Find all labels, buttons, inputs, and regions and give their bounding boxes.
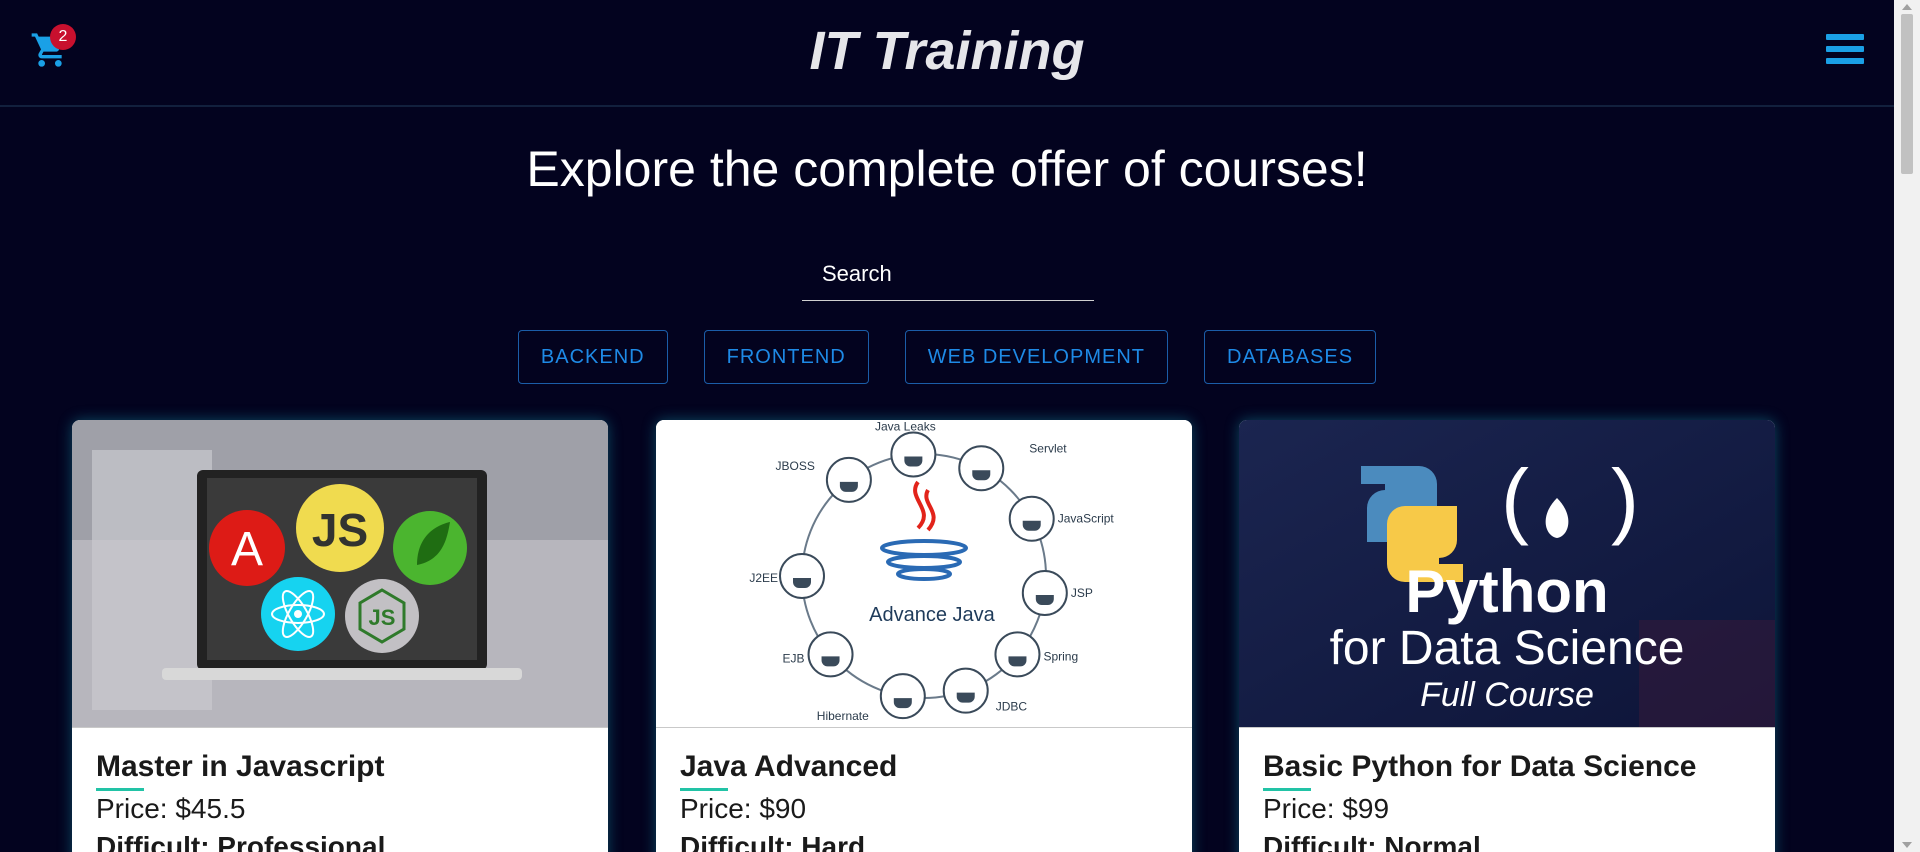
- brand-title: IT Training: [809, 21, 1085, 81]
- course-card-java[interactable]: Java Leaks Servlet JBOSS JavaScript J2EE JSP E…: [656, 420, 1192, 852]
- java-node-label: J2EE: [749, 571, 778, 585]
- java-cup-icon: [821, 656, 840, 667]
- java-node-label: Servlet: [1029, 441, 1067, 455]
- java-node-icon: [825, 456, 872, 503]
- title-underline: [96, 788, 144, 791]
- hamburger-menu-icon[interactable]: [1826, 34, 1864, 68]
- course-card-python[interactable]: ( ) Python for Data Science Full Course …: [1239, 420, 1775, 852]
- java-node-icon: [890, 431, 937, 478]
- course-title: Basic Python for Data Science: [1263, 750, 1697, 783]
- course-image-java: Java Leaks Servlet JBOSS JavaScript J2EE JSP E…: [656, 420, 1192, 728]
- java-node-icon: [958, 445, 1005, 492]
- svg-text:): ): [1611, 452, 1639, 546]
- course-image-javascript: A JS JS: [72, 420, 608, 728]
- scroll-down-icon[interactable]: [1902, 842, 1912, 848]
- java-cup-icon: [972, 470, 991, 481]
- java-node-label: EJB: [783, 651, 805, 665]
- java-cup-icon: [904, 456, 923, 467]
- course-price: Price: $99: [1263, 793, 1390, 824]
- java-cup-icon: [1008, 656, 1027, 667]
- course-title: Master in Javascript: [96, 750, 385, 783]
- page-title: Explore the complete offer of courses!: [526, 141, 1368, 197]
- nodejs-logo: JS: [369, 605, 396, 630]
- java-node-label: JavaScript: [1058, 512, 1115, 526]
- java-cup-icon: [1035, 594, 1054, 605]
- svg-text:(: (: [1501, 452, 1529, 546]
- search-input[interactable]: [802, 248, 1094, 300]
- java-node-icon: [807, 631, 854, 678]
- java-cup-icon: [793, 578, 811, 588]
- title-underline: [680, 788, 728, 791]
- java-node-icon: [779, 553, 825, 599]
- course-title: Java Advanced: [680, 750, 898, 783]
- python-image-title: Python: [1405, 558, 1608, 625]
- filter-web-development-button[interactable]: WEB DEVELOPMENT: [904, 330, 1168, 384]
- python-image-tagline: Full Course: [1420, 676, 1594, 714]
- course-difficulty: Difficult: Professional: [96, 831, 386, 852]
- scroll-thumb[interactable]: [1901, 14, 1913, 174]
- scroll-up-icon[interactable]: [1902, 4, 1912, 10]
- java-node-label: Hibernate: [817, 709, 869, 723]
- javascript-logo: JS: [312, 504, 368, 556]
- course-card-javascript[interactable]: A JS JS Master in Javascript Price: $45.…: [72, 420, 608, 852]
- java-node-label: Java Leaks: [875, 420, 936, 433]
- java-node-icon: [1021, 569, 1068, 616]
- filter-backend-button[interactable]: BACKEND: [517, 330, 668, 384]
- java-node-icon: [879, 673, 926, 720]
- category-filters: BACKEND FRONTEND WEB DEVELOPMENT DATABAS…: [0, 330, 1894, 384]
- java-node-label: JDBC: [996, 700, 1028, 714]
- java-image-caption: Advance Java: [869, 604, 996, 626]
- search-field: [802, 248, 1094, 301]
- java-cup-icon: [839, 481, 858, 492]
- course-difficulty: Difficult: Normal: [1263, 831, 1481, 852]
- java-node-label: Spring: [1043, 649, 1078, 663]
- filter-databases-button[interactable]: DATABASES: [1204, 330, 1377, 384]
- title-underline: [1263, 788, 1311, 791]
- page: 2 IT Training Explore the complete offer…: [0, 0, 1894, 852]
- top-header: 2 IT Training: [0, 0, 1894, 107]
- course-image-python: ( ) Python for Data Science Full Course: [1239, 420, 1775, 728]
- filter-frontend-button[interactable]: FRONTEND: [703, 330, 869, 384]
- angular-logo: A: [231, 523, 263, 576]
- java-cup-icon: [1022, 520, 1041, 531]
- java-cup-icon: [893, 698, 912, 709]
- java-cup-icon: [956, 692, 975, 703]
- java-node-label: JBOSS: [776, 459, 815, 473]
- vertical-scrollbar[interactable]: [1894, 0, 1920, 852]
- python-image-subtitle: for Data Science: [1330, 622, 1685, 675]
- course-price: Price: $45.5: [96, 793, 246, 824]
- java-node-icon: [942, 667, 989, 714]
- course-difficulty: Difficult: Hard: [680, 831, 866, 852]
- java-node-icon: [1008, 495, 1055, 542]
- java-node-label: JSP: [1071, 586, 1093, 600]
- java-node-icon: [994, 631, 1041, 678]
- course-price: Price: $90: [680, 793, 807, 824]
